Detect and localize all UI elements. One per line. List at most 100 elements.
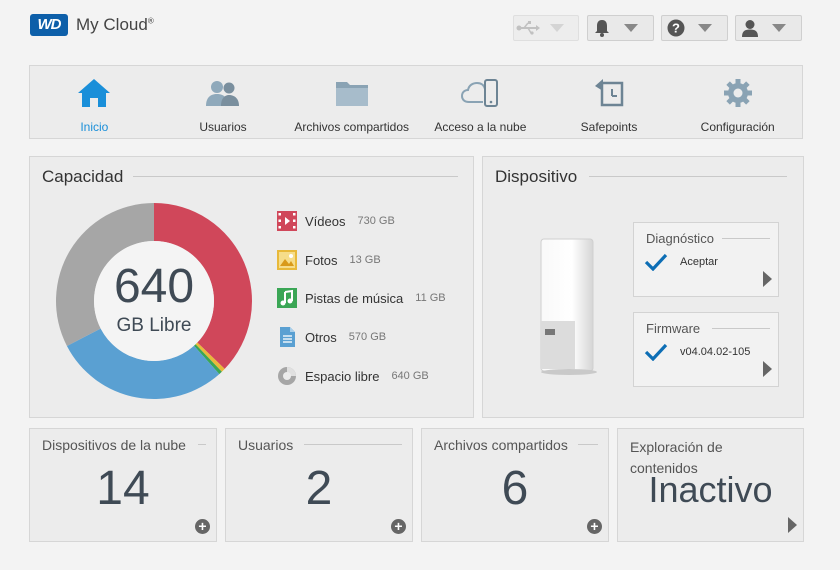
chevron-down-icon: [550, 24, 564, 32]
check-icon: [644, 253, 668, 271]
tile-title: Archivos compartidos: [434, 437, 568, 453]
safepoint-icon: [589, 76, 629, 110]
legend-value: 730 GB: [357, 215, 395, 227]
diagnostics-title: Diagnóstico: [646, 231, 714, 246]
tile-value: 14: [96, 462, 150, 515]
tile-title-line1: Exploración de: [630, 439, 723, 455]
legend-item-musica: Pistas de música 11 GB: [277, 288, 446, 308]
legend-name: Fotos: [305, 252, 338, 268]
device-title: Dispositivo: [495, 167, 578, 186]
tile-shared-files[interactable]: Archivos compartidos 6 +: [421, 428, 609, 542]
music-icon: [277, 288, 297, 308]
capacity-title: Capacidad: [42, 167, 124, 186]
firmware-card[interactable]: Firmware v04.04.02-105: [633, 312, 779, 387]
nav-label: Inicio: [80, 120, 109, 134]
wd-logo-badge: WD: [30, 14, 68, 36]
brand-name-text: My Cloud: [76, 15, 148, 34]
divider: [722, 238, 770, 239]
diagnostics-card[interactable]: Diagnóstico Aceptar: [633, 222, 779, 297]
bell-icon: [588, 16, 616, 40]
diagnostics-value: Aceptar: [680, 256, 718, 268]
plus-icon[interactable]: +: [195, 519, 210, 534]
divider: [304, 444, 402, 445]
plus-icon[interactable]: +: [587, 519, 602, 534]
chevron-down-icon: [624, 24, 638, 32]
legend-name: Otros: [305, 329, 337, 345]
divider: [712, 328, 770, 329]
nav-item-safepoints[interactable]: Safepoints: [545, 66, 674, 138]
svg-text:?: ?: [672, 21, 680, 36]
users-icon: [203, 76, 243, 110]
legend-item-otros: Otros 570 GB: [277, 327, 386, 347]
brand-name: My Cloud®: [76, 15, 154, 35]
check-icon: [644, 343, 668, 361]
nav-item-inicio[interactable]: Inicio: [30, 66, 159, 138]
help-icon: ?: [662, 16, 690, 40]
usb-button[interactable]: [513, 15, 579, 41]
cloud-phone-icon: [460, 76, 500, 110]
nav-label: Safepoints: [580, 120, 638, 134]
plus-icon[interactable]: +: [391, 519, 406, 534]
brand-registered-mark: ®: [147, 16, 154, 26]
home-icon: [74, 76, 114, 110]
legend-item-fotos: Fotos 13 GB: [277, 250, 381, 270]
tile-value: Inactivo: [648, 469, 773, 510]
legend-name: Espacio libre: [305, 368, 380, 384]
nas-device-image: [540, 238, 597, 375]
firmware-value: v04.04.02-105: [680, 346, 751, 358]
document-icon: [277, 327, 297, 347]
usb-icon: [514, 16, 542, 40]
legend-item-espacio-libre: Espacio libre 640 GB: [277, 366, 429, 386]
legend-item-videos: Vídeos 730 GB: [277, 211, 395, 231]
divider: [198, 444, 206, 445]
help-button[interactable]: ?: [661, 15, 728, 41]
tile-title: Usuarios: [238, 437, 294, 453]
tile-cloud-devices[interactable]: Dispositivos de la nube 14 +: [29, 428, 217, 542]
firmware-title: Firmware: [646, 321, 701, 336]
legend-value: 570 GB: [348, 331, 387, 343]
free-space-label: Libre: [149, 315, 192, 336]
chevron-down-icon: [698, 24, 712, 32]
notifications-button[interactable]: [587, 15, 654, 41]
free-space-value: 640: [113, 260, 195, 313]
user-icon: [736, 16, 764, 40]
tile-title: Dispositivos de la nube: [42, 437, 186, 453]
photo-icon: [277, 250, 297, 270]
tile-content-scan[interactable]: Exploración de contenidos Inactivo: [617, 428, 804, 542]
legend-value: 640 GB: [391, 370, 429, 382]
device-panel: Dispositivo Diagnóstico Aceptar Firmware…: [482, 156, 804, 418]
tile-users[interactable]: Usuarios 2 +: [225, 428, 413, 542]
logo[interactable]: WD My Cloud®: [30, 14, 154, 36]
arrow-right-icon[interactable]: [788, 517, 797, 533]
tile-value: 6: [501, 462, 529, 515]
gear-icon: [718, 76, 758, 110]
nav-label: Archivos compartidos: [294, 120, 410, 134]
user-button[interactable]: [735, 15, 802, 41]
arrow-right-icon[interactable]: [763, 271, 772, 287]
film-icon: [277, 211, 297, 231]
nav-item-usuarios[interactable]: Usuarios: [159, 66, 288, 138]
legend-name: Vídeos: [305, 213, 346, 229]
legend-value: 11 GB: [415, 292, 446, 304]
nav-label: Acceso a la nube: [434, 120, 527, 134]
nav-label: Usuarios: [199, 120, 247, 134]
legend-name: Pistas de música: [305, 290, 404, 306]
divider: [133, 176, 458, 177]
nav-label: Configuración: [700, 120, 775, 134]
arrow-right-icon[interactable]: [763, 361, 772, 377]
nav-item-acceso-nube[interactable]: Acceso a la nube: [416, 66, 545, 138]
free-space-unit: GB: [116, 315, 144, 336]
tile-value: 2: [305, 462, 333, 515]
header: WD My Cloud® ?: [0, 0, 840, 56]
main-nav: Inicio Usuarios Archivos compartidos Acc…: [29, 65, 803, 139]
folder-icon: [332, 76, 372, 110]
free-space-caption: GB Libre: [54, 315, 254, 337]
divider: [578, 444, 598, 445]
nav-item-configuracion[interactable]: Configuración: [673, 66, 802, 138]
pie-icon: [277, 366, 297, 386]
divider: [589, 176, 787, 177]
chevron-down-icon: [772, 24, 786, 32]
legend-value: 13 GB: [349, 254, 381, 266]
nav-item-archivos-compartidos[interactable]: Archivos compartidos: [287, 66, 416, 138]
capacity-panel: Capacidad 640 GB Libre Vídeos 730 GB Fot…: [29, 156, 474, 418]
